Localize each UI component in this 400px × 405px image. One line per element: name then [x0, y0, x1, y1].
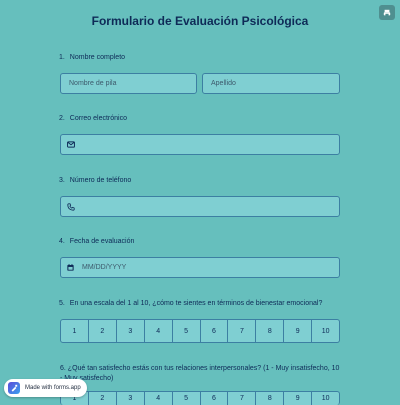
calendar-icon: [67, 264, 77, 271]
question-label: Correo electrónico: [69, 115, 127, 122]
question-label: Nombre completo: [69, 54, 126, 61]
scale-option-9[interactable]: 9: [284, 319, 313, 343]
badge-text: Made with forms.app: [25, 385, 81, 391]
question-label: Número de teléfono: [69, 177, 132, 184]
date-input[interactable]: MM/DD/YYYY: [60, 257, 340, 278]
first-name-input[interactable]: Nombre de pila: [60, 73, 197, 94]
email-input[interactable]: [60, 134, 340, 155]
question-date: 4. Fecha de evaluación MM/DD/YYYY: [59, 237, 340, 278]
scale-option-2[interactable]: 2: [88, 319, 117, 343]
page-title: Formulario de Evaluación Psicológica: [91, 14, 309, 28]
phone-input[interactable]: [60, 196, 340, 217]
question-number: 3.: [59, 177, 65, 184]
question-number: 5.: [59, 300, 65, 307]
question-number: 2.: [59, 115, 65, 122]
made-with-badge[interactable]: Made with forms.app: [4, 379, 87, 397]
question-number: 1.: [59, 54, 65, 61]
question-wellbeing-scale: 5. En una escala del 1 al 10, ¿cómo te s…: [59, 299, 341, 343]
scale-option-2[interactable]: 2: [88, 391, 117, 405]
scale-option-9[interactable]: 9: [284, 391, 313, 405]
last-name-placeholder: Apellido: [211, 80, 236, 87]
first-name-placeholder: Nombre de pila: [69, 80, 117, 87]
scale-option-3[interactable]: 3: [116, 319, 145, 343]
scale-option-5[interactable]: 5: [172, 319, 201, 343]
question-full-name: 1. Nombre completo Nombre de pila Apelli…: [59, 53, 340, 94]
rating-scale: 1 2 3 4 5 6 7 8 9 10: [60, 319, 341, 343]
question-phone: 3. Número de teléfono: [59, 176, 340, 217]
scale-option-4[interactable]: 4: [144, 391, 173, 405]
question-label: ¿Qué tan satisfecho estás con tus relaci…: [60, 365, 340, 382]
scale-option-7[interactable]: 7: [228, 319, 257, 343]
question-number: 4.: [59, 238, 65, 245]
last-name-input[interactable]: Apellido: [202, 73, 340, 94]
question-number: 6.: [60, 365, 66, 372]
phone-icon: [67, 202, 77, 211]
envelope-icon: [67, 141, 77, 148]
date-placeholder: MM/DD/YYYY: [82, 264, 127, 271]
rating-scale: 1 2 3 4 5 6 7 8 9 10: [60, 391, 341, 405]
question-label: En una escala del 1 al 10, ¿cómo te sien…: [69, 300, 323, 307]
scale-option-8[interactable]: 8: [256, 391, 285, 405]
question-label: Fecha de evaluación: [69, 238, 135, 245]
scale-option-4[interactable]: 4: [144, 319, 173, 343]
scale-option-10[interactable]: 10: [312, 391, 341, 405]
question-email: 2. Correo electrónico: [59, 114, 340, 155]
scale-option-6[interactable]: 6: [200, 319, 229, 343]
scale-option-1[interactable]: 1: [60, 319, 89, 343]
scale-option-10[interactable]: 10: [312, 319, 341, 343]
scale-option-5[interactable]: 5: [172, 391, 201, 405]
scale-option-6[interactable]: 6: [200, 391, 229, 405]
scale-option-8[interactable]: 8: [256, 319, 285, 343]
forms-app-logo-icon: [8, 382, 20, 394]
scale-option-7[interactable]: 7: [228, 391, 257, 405]
scale-option-3[interactable]: 3: [116, 391, 145, 405]
question-relationships-scale: 6. ¿Qué tan satisfecho estás con tus rel…: [60, 364, 340, 384]
